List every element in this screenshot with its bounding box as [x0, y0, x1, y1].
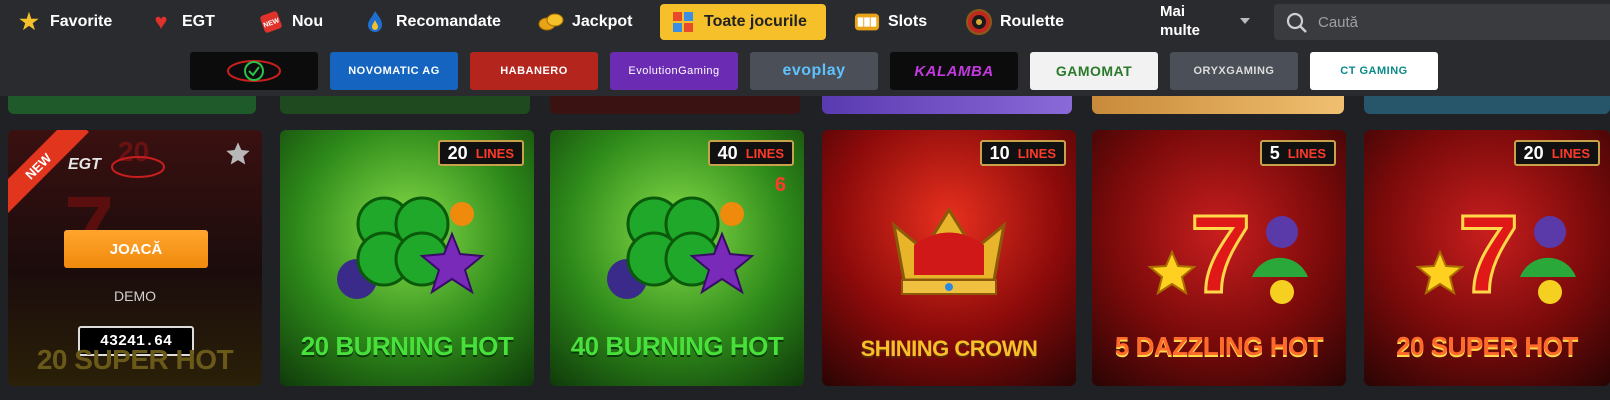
grid-icon: [670, 9, 696, 35]
svg-text:7: 7: [1458, 193, 1519, 312]
provider-label: KALAMBA: [914, 62, 994, 80]
game-card[interactable]: 20 LINES 7 20 SUPER HOT: [1364, 130, 1610, 386]
coins-icon: [538, 9, 564, 35]
provider-oryx[interactable]: ORYXGAMING: [1170, 52, 1298, 90]
nav-label: Slots: [888, 13, 928, 30]
provider-label: EvolutionGaming: [628, 65, 720, 77]
game-tile-partial[interactable]: [550, 96, 800, 114]
lines-count: 20: [1523, 142, 1544, 163]
chevron-down-icon: [1240, 18, 1250, 24]
lines-label: LINES: [1287, 145, 1326, 161]
demo-link[interactable]: DEMO: [8, 288, 262, 304]
lines-badge: 40 LINES: [707, 140, 794, 166]
nav-new[interactable]: NEW Nou: [248, 4, 333, 40]
nav-label: Jackpot: [572, 13, 633, 30]
lines-label: LINES: [1017, 145, 1056, 161]
game-tile-partial[interactable]: [280, 96, 530, 114]
lines-label: LINES: [1551, 145, 1590, 161]
provider-label: GAMOMAT: [1055, 63, 1133, 79]
game-title: 20 SUPER HOT: [36, 344, 234, 375]
nav-label: EGT: [182, 13, 215, 30]
favorite-star-icon[interactable]: [224, 140, 252, 168]
provider-novomatic[interactable]: NOVOMATIC AG: [330, 52, 458, 90]
reels-badge: 6: [774, 174, 786, 196]
seven-fruit-art-icon: 7: [1415, 192, 1576, 312]
provider-label: NOVOMATIC AG: [348, 65, 440, 77]
lines-badge: 10 LINES: [979, 140, 1066, 166]
game-card[interactable]: 5 LINES 7 5 DAZZLING HOT: [1092, 130, 1346, 386]
search-icon[interactable]: [1286, 12, 1308, 34]
provider-habanero[interactable]: HABANERO: [470, 52, 598, 90]
game-title: 20 BURNING HOT: [300, 331, 514, 361]
star-icon: ★: [19, 9, 39, 34]
egt-logo-icon: [227, 60, 281, 82]
crown-art-icon: [891, 207, 1007, 295]
lines-count: 5: [1269, 142, 1280, 163]
nav-recommended[interactable]: Recomandate: [352, 4, 511, 40]
provider-gamomat[interactable]: GAMOMAT: [1030, 52, 1158, 90]
provider-evolution[interactable]: EvolutionGaming: [610, 52, 738, 90]
nav-roulette[interactable]: Roulette: [956, 4, 1074, 40]
heart-icon: ♥: [154, 9, 168, 34]
game-tile-partial[interactable]: [822, 96, 1072, 114]
clover-art-icon: [337, 196, 485, 299]
game-title: 5 DAZZLING HOT: [1114, 331, 1324, 361]
svg-text:7: 7: [1190, 193, 1251, 312]
lines-label: LINES: [475, 145, 514, 161]
search-box: [1274, 4, 1610, 40]
game-tile-partial[interactable]: [1092, 96, 1344, 114]
nav-slots[interactable]: Slots: [844, 4, 937, 40]
game-title: SHINING CROWN: [860, 336, 1038, 361]
game-card[interactable]: 10 LINES SHINING CROWN: [822, 130, 1076, 386]
provider-evoplay[interactable]: evoplay: [750, 52, 878, 90]
nav-jackpot[interactable]: Jackpot: [528, 4, 642, 40]
provider-label: HABANERO: [500, 65, 568, 77]
game-card[interactable]: 40 LINES 6 40 BURNING HOT: [550, 130, 804, 386]
provider-label: CT GAMING: [1340, 65, 1408, 77]
flame-icon: [362, 9, 388, 35]
lines-label: LINES: [745, 145, 784, 161]
more-label: Mai: [1160, 3, 1186, 20]
search-input[interactable]: [1318, 4, 1598, 40]
nav-label: Recomandate: [396, 13, 501, 30]
egt-logo-icon: [111, 156, 165, 178]
nav-label: Favorite: [50, 13, 113, 30]
clover-art-icon: [607, 196, 755, 299]
game-card[interactable]: 20 LINES 20 BURNING HOT: [280, 130, 534, 386]
nav-all-games[interactable]: Toate jocurile: [660, 4, 826, 40]
slot-machine-icon: [854, 9, 880, 35]
provider-kalamba[interactable]: KALAMBA: [890, 52, 1018, 90]
provider-egt[interactable]: [190, 52, 318, 90]
egt-brand: EGT: [68, 156, 101, 173]
nav-label: Roulette: [1000, 13, 1064, 30]
roulette-icon: [966, 9, 992, 35]
nav-label: Toate jocurile: [704, 13, 807, 30]
more-menu[interactable]: Mai multe: [1160, 2, 1250, 42]
lines-count: 20: [447, 142, 468, 163]
new-icon: NEW: [258, 9, 284, 35]
more-label: multe: [1160, 22, 1201, 39]
nav-egt[interactable]: ♥ EGT: [138, 4, 225, 40]
game-tile-partial[interactable]: [1364, 96, 1610, 114]
provider-label: evoplay: [782, 62, 846, 79]
seven-fruit-art-icon: 7: [1147, 192, 1308, 312]
lines-badge: 20 LINES: [1513, 140, 1600, 166]
play-button[interactable]: JOACĂ: [64, 230, 208, 268]
nav-favorite[interactable]: ★ Favorite: [6, 4, 122, 40]
top-navigation: ★ Favorite ♥ EGT NEW Nou Recomandate Jac…: [0, 0, 1610, 44]
game-title: 40 BURNING HOT: [570, 331, 784, 361]
lines-count: 10: [989, 142, 1010, 163]
provider-ct-gaming[interactable]: CT GAMING: [1310, 52, 1438, 90]
provider-bar: NOVOMATIC AG HABANERO EvolutionGaming ev…: [0, 44, 1610, 96]
provider-label: ORYXGAMING: [1193, 65, 1275, 77]
lines-count: 40: [717, 142, 738, 163]
game-card[interactable]: 20 EGT 7 NEW JOACĂ DEMO 43241.64 20 SUPE…: [8, 130, 262, 386]
game-title: 20 SUPER HOT: [1396, 331, 1578, 361]
lines-badge: 20 LINES: [437, 140, 524, 166]
nav-label: Nou: [292, 13, 324, 30]
game-tile-partial[interactable]: [8, 96, 256, 114]
lines-badge: 5 LINES: [1259, 140, 1336, 166]
